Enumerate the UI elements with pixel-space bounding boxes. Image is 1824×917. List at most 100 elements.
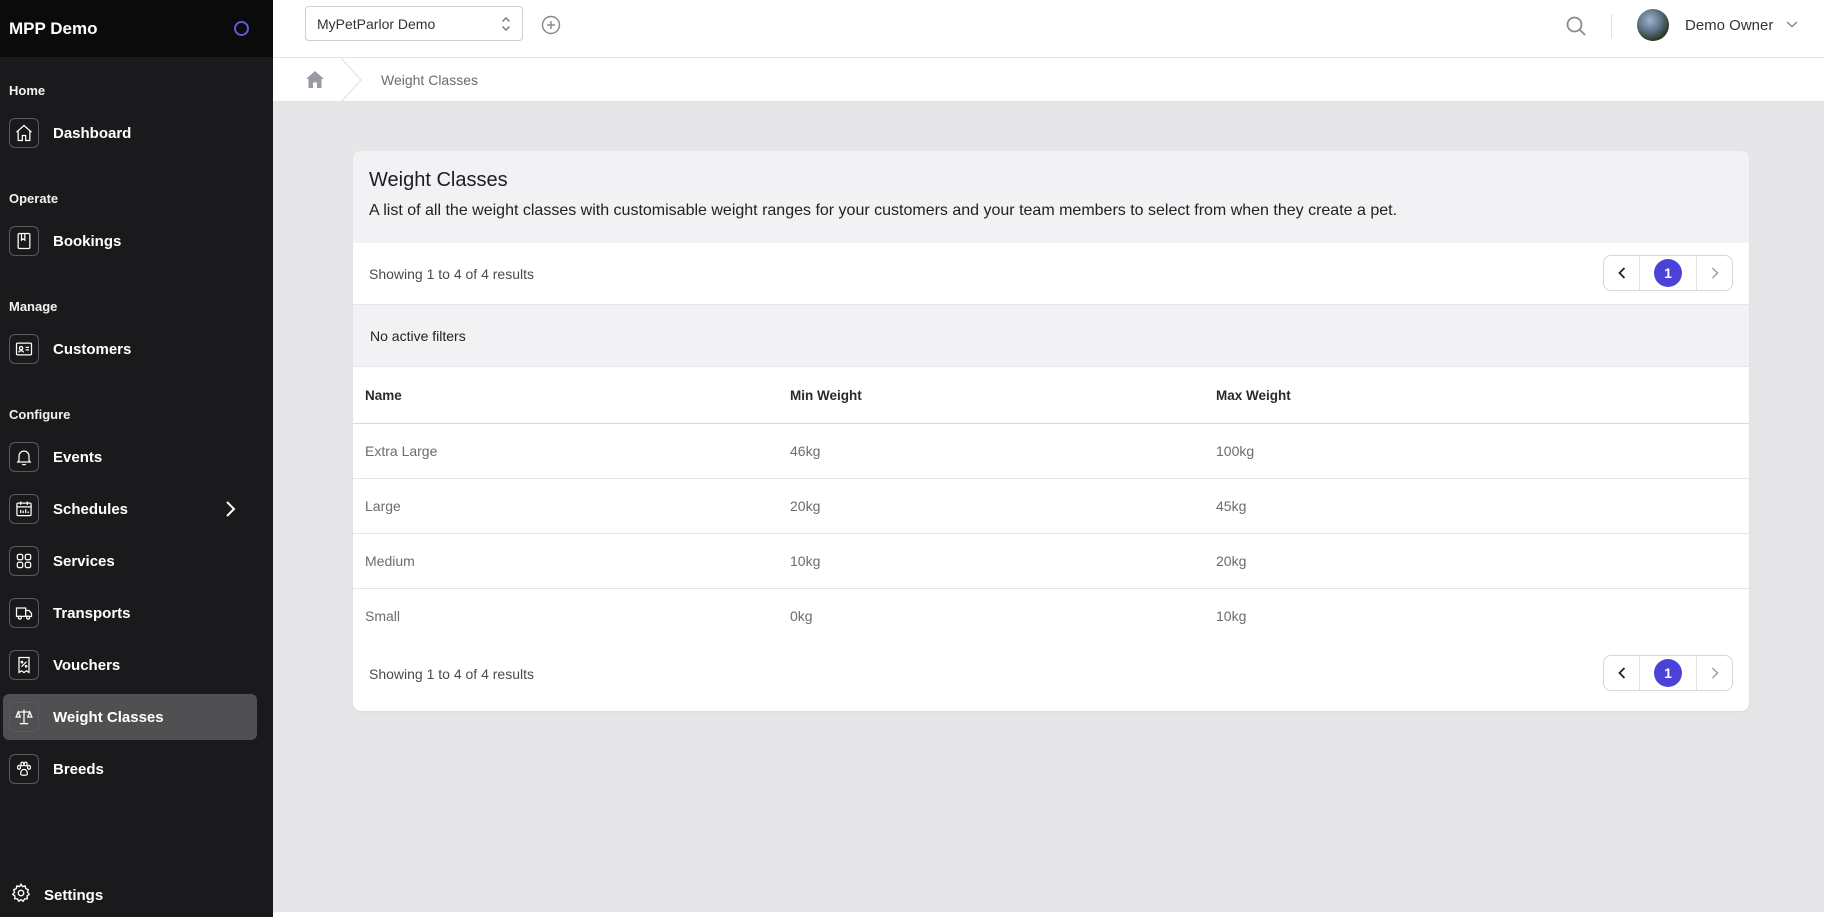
avatar: [1637, 9, 1669, 41]
sidebar-item-services[interactable]: Services: [3, 538, 257, 584]
breadcrumb-current[interactable]: Weight Classes: [381, 72, 478, 88]
cell-name: Small: [365, 607, 401, 624]
bell-icon: [9, 442, 39, 472]
results-bar-bottom: Showing 1 to 4 of 4 results 1: [353, 643, 1749, 704]
sidebar-item-label: Weight Classes: [53, 708, 164, 726]
app-root: MPP Demo Home Dashboard Operate Bookings…: [0, 0, 1824, 917]
cell-min-weight: 0kg: [790, 607, 813, 624]
id-card-icon: [9, 334, 39, 364]
cell-min-weight: 20kg: [778, 478, 1204, 534]
sidebar-item-weight-classes[interactable]: Weight Classes: [3, 694, 257, 740]
section-label-home: Home: [9, 83, 46, 98]
cell-name: Large: [353, 478, 778, 534]
prev-page-button[interactable]: [1604, 656, 1640, 690]
sidebar-item-label: Bookings: [53, 232, 122, 250]
sidebar-item-bookings[interactable]: Bookings: [3, 218, 257, 264]
sidebar-item-label: Settings: [44, 887, 104, 904]
grid-icon: [9, 546, 39, 576]
table-row[interactable]: Medium 10kg 20kg: [353, 533, 1749, 589]
cell-max-weight: 20kg: [1204, 533, 1749, 589]
cell-name: Medium: [353, 533, 778, 589]
sidebar-item-schedules[interactable]: Schedules: [3, 486, 257, 532]
sidebar-item-settings[interactable]: Settings: [10, 882, 103, 909]
sidebar-item-customers[interactable]: Customers: [3, 326, 257, 372]
active-filters-text: No active filters: [370, 327, 466, 344]
page-1-button[interactable]: 1: [1654, 659, 1682, 687]
cell-name: Extra Large: [353, 423, 778, 479]
table-row[interactable]: Extra Large 46kg 100kg: [353, 423, 1749, 479]
sidebar-item-breeds[interactable]: Breeds: [3, 746, 257, 792]
sidebar-item-label: Vouchers: [53, 656, 121, 674]
sidebar-item-label: Breeds: [53, 760, 104, 778]
page-title: Weight Classes: [369, 169, 508, 191]
column-header-name[interactable]: Name: [353, 367, 778, 424]
next-page-button[interactable]: [1696, 656, 1732, 690]
calendar-icon: [9, 494, 39, 524]
add-circle-icon[interactable]: [541, 15, 561, 40]
page-number-slot: 1: [1640, 659, 1696, 687]
chevron-right-icon: [223, 500, 237, 523]
sidebar-item-label: Events: [53, 448, 103, 466]
brand-name: MPP Demo: [9, 18, 98, 38]
column-header-min-weight[interactable]: Min Weight: [778, 367, 1204, 424]
gear-icon: [10, 882, 32, 909]
sidebar-item-label: Schedules: [53, 500, 129, 518]
sidebar-item-label: Dashboard: [53, 124, 132, 142]
next-page-button[interactable]: [1696, 256, 1732, 290]
paw-icon: [9, 754, 39, 784]
truck-icon: [9, 598, 39, 628]
cell-max-weight: 10kg: [1216, 607, 1247, 624]
section-label-configure: Configure: [9, 407, 71, 422]
results-bar-top: Showing 1 to 4 of 4 results 1: [353, 243, 1749, 304]
home-icon: [9, 118, 39, 148]
table-row[interactable]: Small 0kg 10kg: [353, 588, 1749, 643]
column-header-max-weight[interactable]: Max Weight: [1204, 367, 1749, 424]
chevron-down-icon: [1785, 16, 1799, 34]
organization-select[interactable]: MyPetParlor Demo: [305, 6, 523, 41]
cell-max-weight: 100kg: [1204, 423, 1749, 479]
cell-min-weight: 46kg: [778, 423, 1204, 479]
sidebar-item-vouchers[interactable]: Vouchers: [3, 642, 257, 688]
organization-select-value: MyPetParlor Demo: [317, 15, 436, 32]
sidebar-item-dashboard[interactable]: Dashboard: [3, 110, 257, 156]
pagination-bottom: 1: [1603, 655, 1733, 691]
table-header-row: Name Min Weight Max Weight: [353, 367, 1749, 424]
section-label-manage: Manage: [9, 299, 58, 314]
sidebar-header: MPP Demo: [0, 0, 273, 57]
status-ring-icon: [234, 21, 249, 36]
cell-min-weight: 10kg: [778, 533, 1204, 589]
results-count: Showing 1 to 4 of 4 results: [369, 265, 534, 282]
home-icon[interactable]: [305, 70, 325, 94]
page-number-slot: 1: [1640, 259, 1696, 287]
prev-page-button[interactable]: [1604, 256, 1640, 290]
sidebar-item-transports[interactable]: Transports: [3, 590, 257, 636]
page-description: A list of all the weight classes with cu…: [369, 202, 1398, 219]
card-header: Weight Classes A list of all the weight …: [353, 151, 1749, 243]
pagination-top: 1: [1603, 255, 1733, 291]
receipt-percent-icon: [9, 650, 39, 680]
section-label-operate: Operate: [9, 191, 59, 206]
table-row[interactable]: Large 20kg 45kg: [353, 478, 1749, 534]
breadcrumb: Weight Classes: [273, 57, 1824, 103]
results-count: Showing 1 to 4 of 4 results: [369, 665, 534, 682]
sidebar-item-events[interactable]: Events: [3, 434, 257, 480]
breadcrumb-separator-icon: [340, 57, 362, 107]
filters-bar: No active filters: [353, 304, 1749, 367]
page-1-button[interactable]: 1: [1654, 259, 1682, 287]
sidebar-item-label: Services: [53, 552, 115, 570]
bottom-strip: [273, 912, 1824, 917]
cell-max-weight: 45kg: [1204, 478, 1749, 534]
scale-icon: [9, 702, 39, 732]
book-icon: [9, 226, 39, 256]
user-menu[interactable]: Demo Owner: [1637, 9, 1799, 41]
user-name: Demo Owner: [1685, 16, 1774, 34]
weight-classes-table: Name Min Weight Max Weight Extra Large 4…: [353, 367, 1749, 643]
weight-classes-card: Weight Classes A list of all the weight …: [353, 151, 1749, 711]
main-content: Weight Classes A list of all the weight …: [273, 102, 1824, 912]
topbar-divider: [1611, 14, 1612, 38]
topbar: MyPetParlor Demo Demo Owner: [273, 0, 1824, 58]
sidebar: MPP Demo Home Dashboard Operate Bookings…: [0, 0, 273, 917]
chevron-up-down-icon: [500, 15, 512, 36]
sidebar-item-label: Transports: [53, 604, 131, 622]
search-icon[interactable]: [1565, 15, 1587, 42]
